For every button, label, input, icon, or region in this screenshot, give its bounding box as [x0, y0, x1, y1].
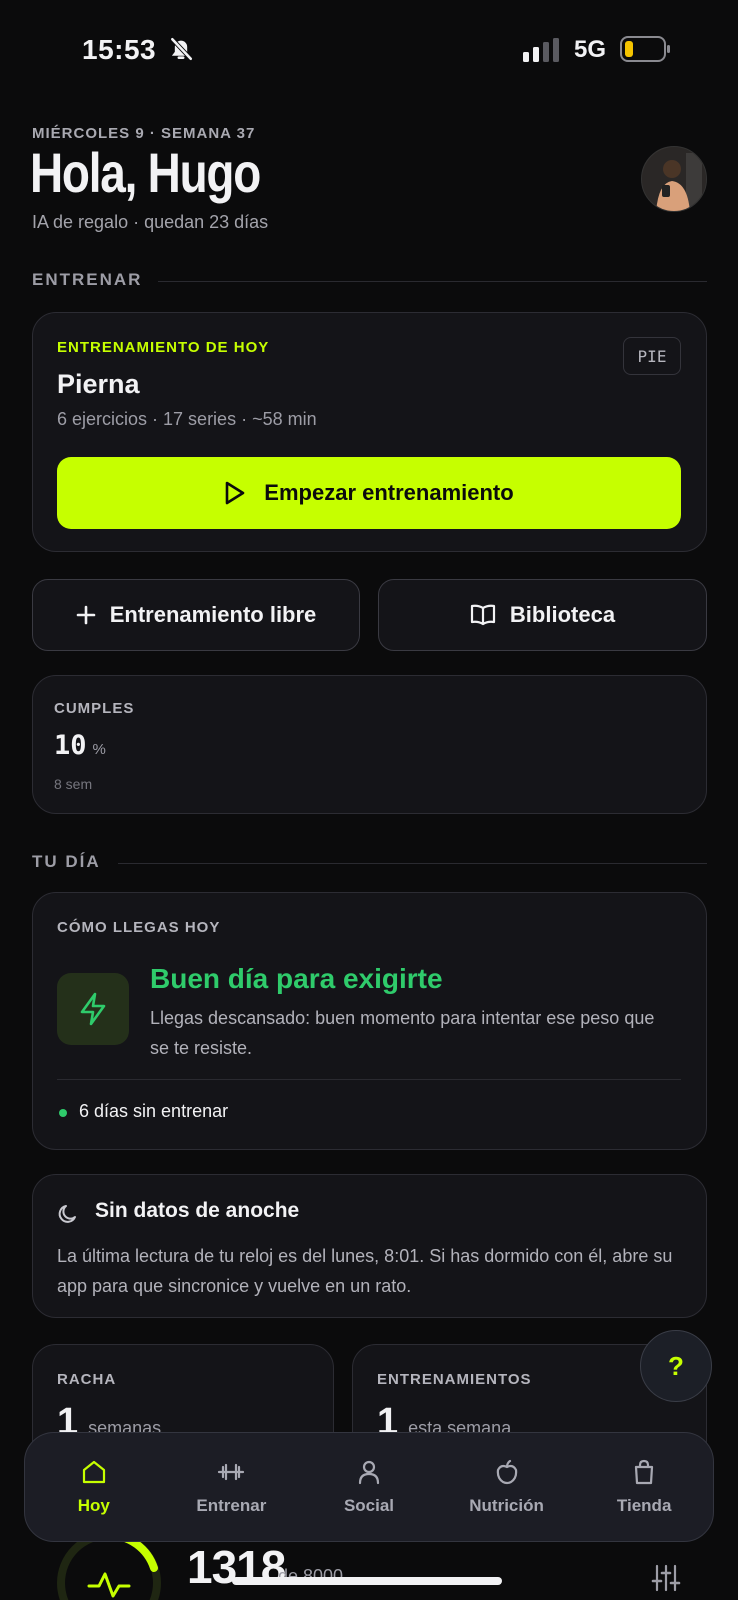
section-divider: [118, 863, 707, 864]
workout-meta: 6 ejercicios · 17 series · ~58 min: [57, 409, 317, 429]
start-workout-label: Empezar entrenamiento: [264, 480, 514, 505]
sleep-card[interactable]: Sin datos de anoche La última lectura de…: [32, 1174, 707, 1318]
home-indicator[interactable]: [232, 1577, 502, 1585]
readiness-card[interactable]: CÓMO LLEGAS HOY Buen día para exigirte L…: [32, 892, 707, 1150]
free-workout-button[interactable]: Entrenamiento libre: [32, 579, 360, 651]
library-button[interactable]: Biblioteca: [378, 579, 707, 651]
workout-title: Pierna: [57, 369, 140, 399]
network-type: 5G: [574, 36, 607, 63]
compliance-unit: %: [92, 741, 106, 758]
trial-status: IA de regalo · quedan 23 días: [32, 212, 269, 232]
tab-hoy[interactable]: Hoy: [25, 1433, 163, 1541]
tab-nutricion[interactable]: Nutrición: [438, 1433, 576, 1541]
help-button[interactable]: ?: [640, 1330, 712, 1402]
compliance-period: 8 sem: [54, 776, 93, 792]
readiness-footnote: 6 días sin entrenar: [79, 1101, 229, 1121]
section-train-label: ENTRENAR: [32, 270, 143, 289]
compliance-value-row: 10 %: [54, 730, 106, 761]
tab-entrenar[interactable]: Entrenar: [163, 1433, 301, 1541]
tab-label: Tienda: [616, 1496, 672, 1515]
avatar[interactable]: [641, 146, 707, 212]
sleep-title: Sin datos de anoche: [95, 1199, 300, 1222]
free-workout-label: Entrenamiento libre: [109, 602, 317, 627]
bolt-icon: [80, 992, 106, 1026]
bell-muted-icon: [170, 37, 193, 61]
today-workout-card[interactable]: ENTRENAMIENTO DE HOY PIE Pierna 6 ejerci…: [32, 312, 707, 552]
sliders-icon[interactable]: [651, 1563, 681, 1593]
avatar-photo: [642, 147, 706, 211]
start-workout-button[interactable]: Empezar entrenamiento: [57, 457, 681, 529]
readiness-divider: [57, 1079, 681, 1080]
today-workout-eyebrow: ENTRENAMIENTO DE HOY: [57, 339, 270, 356]
battery-icon: [620, 36, 670, 62]
tab-label: Entrenar: [196, 1496, 267, 1515]
tab-bar: Hoy Entrenar Social Nutrición Tienda: [24, 1432, 714, 1542]
dumbbell-icon: [218, 1463, 245, 1481]
compliance-value: 10: [54, 730, 87, 761]
activity-value: 1318: [187, 1541, 286, 1593]
readiness-headline: Buen día para exigirte: [150, 963, 443, 994]
section-your-day-label: TU DÍA: [32, 852, 101, 871]
compliance-card[interactable]: CUMPLES 10 % 8 sem: [32, 675, 707, 814]
workout-type-badge: PIE: [623, 337, 681, 375]
shopping-bag-icon: [635, 1459, 654, 1485]
plus-icon: [76, 605, 96, 625]
status-time: 15:53: [82, 34, 157, 65]
book-icon: [470, 604, 496, 626]
readiness-body: Llegas descansado: buen momento para int…: [150, 1008, 655, 1058]
library-label: Biblioteca: [509, 602, 616, 627]
status-dot: [59, 1109, 67, 1117]
tab-label: Hoy: [77, 1496, 110, 1515]
greeting-title: Hola, Hugo: [30, 141, 261, 204]
workouts-label: ENTRENAMIENTOS: [377, 1371, 532, 1388]
bolt-icon-box: [57, 973, 129, 1045]
signal-icon: [523, 38, 559, 62]
play-icon: [225, 481, 245, 505]
streak-label: RACHA: [57, 1371, 117, 1388]
tab-label: Social: [343, 1496, 395, 1515]
readiness-label: CÓMO LLEGAS HOY: [57, 919, 221, 936]
compliance-label: CUMPLES: [54, 700, 135, 717]
home-icon: [82, 1460, 105, 1484]
apple-icon: [496, 1459, 517, 1485]
person-icon: [358, 1460, 380, 1485]
section-divider: [158, 281, 707, 282]
moon-icon: [58, 1205, 76, 1223]
tab-label: Nutrición: [469, 1496, 544, 1515]
sleep-body: La última lectura de tu reloj es del lun…: [57, 1246, 673, 1296]
tab-social[interactable]: Social: [300, 1433, 438, 1541]
tab-tienda[interactable]: Tienda: [575, 1433, 713, 1541]
